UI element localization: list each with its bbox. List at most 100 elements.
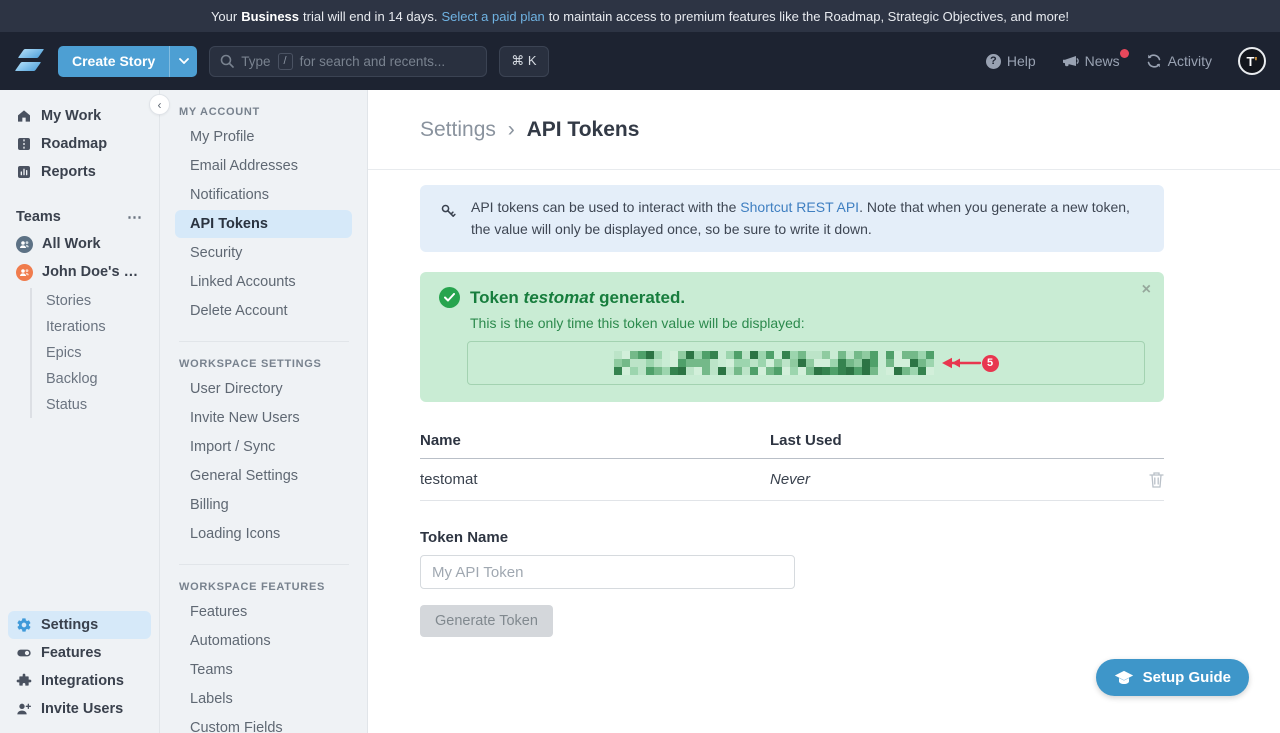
banner-text-mid: trial will end in 14 days. — [303, 9, 437, 24]
token-value-box: 5 — [467, 341, 1145, 385]
sidebar-item-label: John Doe's Te... — [42, 263, 143, 281]
sidebar-item-integrations[interactable]: Integrations — [8, 667, 151, 695]
section-title-my-account: MY ACCOUNT — [160, 106, 367, 122]
top-navbar: Create Story Type / for search and recen… — [0, 32, 1280, 90]
toggle-icon — [16, 645, 32, 661]
sidebar-item-all-work[interactable]: All Work — [8, 230, 151, 258]
create-story-button[interactable]: Create Story — [58, 46, 197, 77]
table-row: testomat Never — [420, 459, 1164, 501]
person-plus-icon — [16, 701, 32, 717]
divider — [179, 564, 349, 565]
sidebar-item-stories[interactable]: Stories — [44, 288, 151, 314]
team-avatar-icon — [16, 264, 33, 281]
red-arrow-icon — [940, 356, 982, 370]
annotation-arrow: 5 — [940, 355, 999, 372]
sidebar-item-invite-users[interactable]: Invite Users — [8, 695, 151, 723]
avatar-accent: ' — [1254, 54, 1257, 69]
settings-nav-my-profile[interactable]: My Profile — [175, 123, 352, 151]
settings-nav-teams[interactable]: Teams — [175, 656, 352, 684]
breadcrumb-settings[interactable]: Settings — [420, 118, 496, 141]
check-circle-icon — [439, 287, 460, 308]
team-subnav: Stories Iterations Epics Backlog Status — [30, 288, 151, 418]
column-header-name: Name — [420, 432, 770, 449]
help-label: Help — [1007, 53, 1036, 69]
sidebar-item-john-does-team[interactable]: John Doe's Te... — [8, 258, 151, 286]
workspace-avatar[interactable]: T' — [1238, 47, 1266, 75]
delete-token-button[interactable] — [1149, 471, 1164, 488]
activity-icon — [1146, 53, 1162, 69]
breadcrumb-separator: › — [508, 118, 515, 141]
shortcut-logo[interactable] — [14, 46, 46, 76]
sidebar-item-backlog[interactable]: Backlog — [44, 366, 151, 392]
generate-token-button[interactable]: Generate Token — [420, 605, 553, 637]
select-paid-plan-link[interactable]: Select a paid plan — [441, 9, 544, 24]
token-name-italic: testomat — [524, 288, 595, 307]
help-button[interactable]: ? Help — [986, 53, 1036, 69]
settings-nav-features[interactable]: Features — [175, 598, 352, 626]
settings-nav-billing[interactable]: Billing — [175, 491, 352, 519]
sidebar-item-settings[interactable]: Settings — [8, 611, 151, 639]
breadcrumb: Settings › API Tokens — [420, 118, 1164, 142]
success-title: Token testomat generated. — [470, 288, 685, 308]
token-name-label: Token Name — [420, 529, 1164, 546]
settings-nav-security[interactable]: Security — [175, 239, 352, 267]
create-story-label[interactable]: Create Story — [58, 46, 169, 77]
tokens-table: Name Last Used testomat Never — [420, 424, 1164, 501]
settings-nav-general-settings[interactable]: General Settings — [175, 462, 352, 490]
gear-icon — [16, 617, 32, 633]
news-label: News — [1085, 53, 1120, 69]
sidebar-collapse-button[interactable]: ‹ — [149, 94, 170, 115]
sidebar-item-iterations[interactable]: Iterations — [44, 314, 151, 340]
team-avatar-icon — [16, 236, 33, 253]
activity-label: Activity — [1168, 53, 1212, 69]
setup-guide-label: Setup Guide — [1143, 669, 1231, 686]
create-story-dropdown[interactable] — [169, 46, 197, 77]
settings-nav-api-tokens[interactable]: API Tokens — [175, 210, 352, 238]
home-icon — [16, 108, 32, 124]
sidebar-item-epics[interactable]: Epics — [44, 340, 151, 366]
sidebar-item-my-work[interactable]: My Work — [8, 102, 151, 130]
sidebar-item-label: Features — [41, 644, 101, 662]
sidebar-item-label: Invite Users — [41, 700, 123, 718]
token-last-used-cell: Never — [770, 471, 1149, 488]
avatar-initial: T — [1246, 54, 1254, 69]
search-input[interactable]: Type / for search and recents... — [209, 46, 487, 77]
redacted-token-mosaic — [614, 351, 934, 375]
teams-menu-button[interactable]: ⋯ — [127, 208, 143, 226]
search-icon — [220, 54, 234, 68]
token-name-input[interactable] — [420, 555, 795, 589]
activity-button[interactable]: Activity — [1146, 53, 1212, 69]
trash-icon — [1149, 471, 1164, 488]
chevron-down-icon — [179, 58, 189, 64]
settings-nav-user-directory[interactable]: User Directory — [175, 375, 352, 403]
news-button[interactable]: News — [1062, 53, 1120, 69]
settings-nav-email-addresses[interactable]: Email Addresses — [175, 152, 352, 180]
bar-chart-icon — [16, 164, 32, 180]
settings-nav-loading-icons[interactable]: Loading Icons — [175, 520, 352, 548]
settings-nav-import-sync[interactable]: Import / Sync — [175, 433, 352, 461]
settings-nav-delete-account[interactable]: Delete Account — [175, 297, 352, 325]
cmd-k-shortcut-badge[interactable]: ⌘ K — [499, 46, 548, 77]
setup-guide-button[interactable]: Setup Guide — [1096, 659, 1249, 696]
sidebar-item-label: Reports — [41, 163, 96, 181]
megaphone-icon — [1062, 54, 1079, 69]
page-title: API Tokens — [527, 118, 640, 141]
sidebar-item-label: Roadmap — [41, 135, 107, 153]
close-icon[interactable]: × — [1142, 282, 1151, 298]
shortcut-rest-api-link[interactable]: Shortcut REST API — [740, 199, 859, 215]
settings-nav-automations[interactable]: Automations — [175, 627, 352, 655]
settings-nav-notifications[interactable]: Notifications — [175, 181, 352, 209]
sidebar-item-roadmap[interactable]: Roadmap — [8, 130, 151, 158]
trial-banner: Your Business trial will end in 14 days.… — [0, 0, 1280, 32]
settings-nav-invite-new-users[interactable]: Invite New Users — [175, 404, 352, 432]
sidebar-item-features[interactable]: Features — [8, 639, 151, 667]
sidebar-item-reports[interactable]: Reports — [8, 158, 151, 186]
sidebar-item-label: My Work — [41, 107, 101, 125]
token-name-cell: testomat — [420, 471, 770, 488]
token-generated-alert: × Token testomat generated. This is the … — [420, 272, 1164, 402]
settings-nav-custom-fields[interactable]: Custom Fields — [175, 714, 352, 733]
settings-nav-labels[interactable]: Labels — [175, 685, 352, 713]
settings-nav-linked-accounts[interactable]: Linked Accounts — [175, 268, 352, 296]
sidebar-item-status[interactable]: Status — [44, 392, 151, 418]
section-title-workspace-settings: WORKSPACE SETTINGS — [160, 358, 367, 374]
